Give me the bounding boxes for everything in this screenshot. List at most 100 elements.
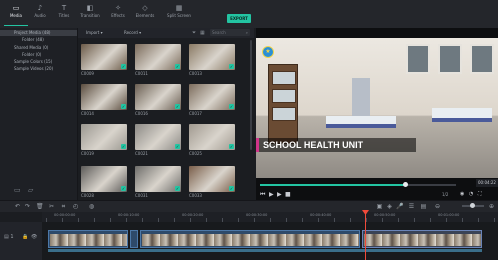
folder-item-project-media[interactable]: Project Media (48) xyxy=(0,30,77,36)
folder-item-shared-folder[interactable]: Folder (0) xyxy=(22,52,41,58)
media-clip[interactable]: ✓ xyxy=(135,166,181,192)
media-toolbar: Import ▾ Record ▾ ⏷ ▦ Search ⌕ xyxy=(78,28,254,38)
video-track-icon: ▤ 1 xyxy=(4,234,14,240)
search-input[interactable]: Search ⌕ xyxy=(210,29,250,36)
progress-knob[interactable] xyxy=(403,182,409,187)
tab-media[interactable]: ▭ Media xyxy=(4,4,28,26)
snapshot-icon[interactable]: ▤ xyxy=(420,203,427,211)
tab-split-screen[interactable]: ▦ Split Screen xyxy=(164,4,194,26)
elements-icon: ◇ xyxy=(142,4,148,12)
tab-effects[interactable]: ✧ Effects xyxy=(106,4,130,26)
media-scrollbar[interactable] xyxy=(250,40,252,150)
media-clip[interactable]: ✓ xyxy=(81,44,127,70)
media-clip[interactable]: ✓ xyxy=(189,166,235,192)
marker-icon[interactable]: ◈ xyxy=(386,203,393,211)
folder-item-shared-media[interactable]: Shared Media (0) xyxy=(14,45,48,51)
grid-view-icon[interactable]: ▦ xyxy=(200,30,206,36)
playhead[interactable] xyxy=(365,210,366,260)
timeline-clip[interactable] xyxy=(140,230,360,248)
tab-transition[interactable]: ◧ Transition xyxy=(78,4,102,26)
scene-window xyxy=(438,44,462,74)
export-button[interactable]: EXPORT xyxy=(227,14,251,23)
previous-frame-icon[interactable]: ⏮ xyxy=(260,191,265,198)
check-icon: ✓ xyxy=(229,186,234,191)
redo-icon[interactable]: ↷ xyxy=(24,203,31,211)
audio-mixer-icon[interactable]: ☰ xyxy=(408,203,415,211)
check-icon: ✓ xyxy=(121,144,126,149)
delete-icon[interactable]: 🗑 xyxy=(36,203,44,211)
ruler-label: 00:00:50:00 xyxy=(374,213,396,217)
folder-item-folder[interactable]: Folder (48) xyxy=(22,37,44,43)
media-clip[interactable]: ✓ xyxy=(81,166,127,192)
timeline-clip[interactable] xyxy=(130,230,138,248)
tab-elements[interactable]: ◇ Elements xyxy=(133,4,157,26)
check-icon: ✓ xyxy=(229,144,234,149)
clip-label: C0019 xyxy=(81,151,94,156)
transition-icon: ◧ xyxy=(86,4,94,12)
ruler-label: 00:00:10:00 xyxy=(118,213,140,217)
color-icon[interactable]: ◍ xyxy=(88,203,95,211)
folder-item-sample-videos[interactable]: Sample Videos (20) xyxy=(14,66,53,72)
import-dropdown[interactable]: Import ▾ xyxy=(86,30,103,36)
chevron-down-icon: ▾ xyxy=(100,30,103,35)
timeline-tracks[interactable] xyxy=(42,222,498,260)
media-library: Import ▾ Record ▾ ⏷ ▦ Search ⌕ ✓ C0009 ✓… xyxy=(78,28,254,200)
open-folder-icon[interactable]: ▱ xyxy=(28,186,33,194)
check-icon: ✓ xyxy=(121,186,126,191)
play-icon[interactable]: ▶ xyxy=(269,191,274,198)
zoom-out-icon[interactable]: ⊖ xyxy=(434,203,441,211)
media-clip[interactable]: ✓ xyxy=(135,84,181,110)
stop-icon[interactable]: ■ xyxy=(285,191,291,198)
ruler-label: 00:00:20:00 xyxy=(182,213,204,217)
clip-label: C0014 xyxy=(81,111,94,116)
caption-accent xyxy=(256,138,259,152)
check-icon: ✓ xyxy=(175,64,180,69)
media-clip[interactable]: ✓ xyxy=(81,84,127,110)
clip-filmstrip xyxy=(50,234,127,246)
next-frame-icon[interactable]: ▶︎ xyxy=(277,191,282,198)
clip-label: C0016 xyxy=(135,111,148,116)
preview-progress[interactable] xyxy=(260,182,456,187)
effects-icon: ✧ xyxy=(115,4,121,12)
zoom-in-icon[interactable]: ⊕ xyxy=(488,203,495,211)
filter-icon[interactable]: ⏷ xyxy=(192,30,198,36)
snapshot-icon[interactable]: ◉ xyxy=(460,191,464,198)
eye-icon[interactable]: 👁 xyxy=(31,234,38,242)
media-clip[interactable]: ✓ xyxy=(81,124,127,150)
preview-video[interactable]: ★ SCHOOL HEALTH UNIT xyxy=(256,38,498,178)
media-clip[interactable]: ✓ xyxy=(189,124,235,150)
record-dropdown[interactable]: Record ▾ xyxy=(124,30,141,36)
media-clip[interactable]: ✓ xyxy=(135,44,181,70)
folder-actions: ▭ ▱ xyxy=(14,186,44,194)
volume-icon[interactable]: ◔ xyxy=(469,191,473,198)
school-logo: ★ xyxy=(262,46,274,58)
new-folder-icon[interactable]: ▭ xyxy=(14,186,21,194)
media-clip[interactable]: ✓ xyxy=(189,44,235,70)
fullscreen-icon[interactable]: ⛶ xyxy=(478,191,482,198)
timeline-ruler[interactable]: 00:00:00:00 00:00:10:00 00:00:20:00 00:00:3… xyxy=(42,212,498,222)
text-t-icon: T xyxy=(61,4,67,12)
render-icon[interactable]: ▣ xyxy=(376,203,383,211)
media-clip[interactable]: ✓ xyxy=(189,84,235,110)
tab-titles[interactable]: T Titles xyxy=(52,4,76,26)
audio-waveform[interactable] xyxy=(48,249,482,252)
crop-icon[interactable]: ⌗ xyxy=(60,203,67,211)
timeline-clip[interactable] xyxy=(48,230,128,248)
timeline-clip-selected[interactable] xyxy=(362,230,482,248)
lock-icon[interactable]: 🔒 xyxy=(22,234,29,242)
tab-audio[interactable]: ♪ Audio xyxy=(28,4,52,26)
undo-icon[interactable]: ↶ xyxy=(14,203,21,211)
ruler-label: 00:01:00:00 xyxy=(438,213,460,217)
track-header: ▤ 1 🔒 👁 xyxy=(0,222,42,260)
zoom-knob[interactable] xyxy=(469,203,475,208)
folder-item-sample-colors[interactable]: Sample Colors (15) xyxy=(14,59,52,65)
preview-ratio[interactable]: 1/2 xyxy=(442,191,448,198)
clip-label: C0031 xyxy=(135,193,148,198)
folder-panel: Project Media (48) Folder (48) Shared Me… xyxy=(0,28,78,200)
cut-icon[interactable]: ✂ xyxy=(48,203,55,211)
scene-bed xyxy=(432,108,492,122)
speed-icon[interactable]: ◴ xyxy=(72,203,79,211)
clip-label: C0021 xyxy=(135,151,148,156)
voiceover-icon[interactable]: 🎤 xyxy=(396,203,403,211)
media-clip[interactable]: ✓ xyxy=(135,124,181,150)
